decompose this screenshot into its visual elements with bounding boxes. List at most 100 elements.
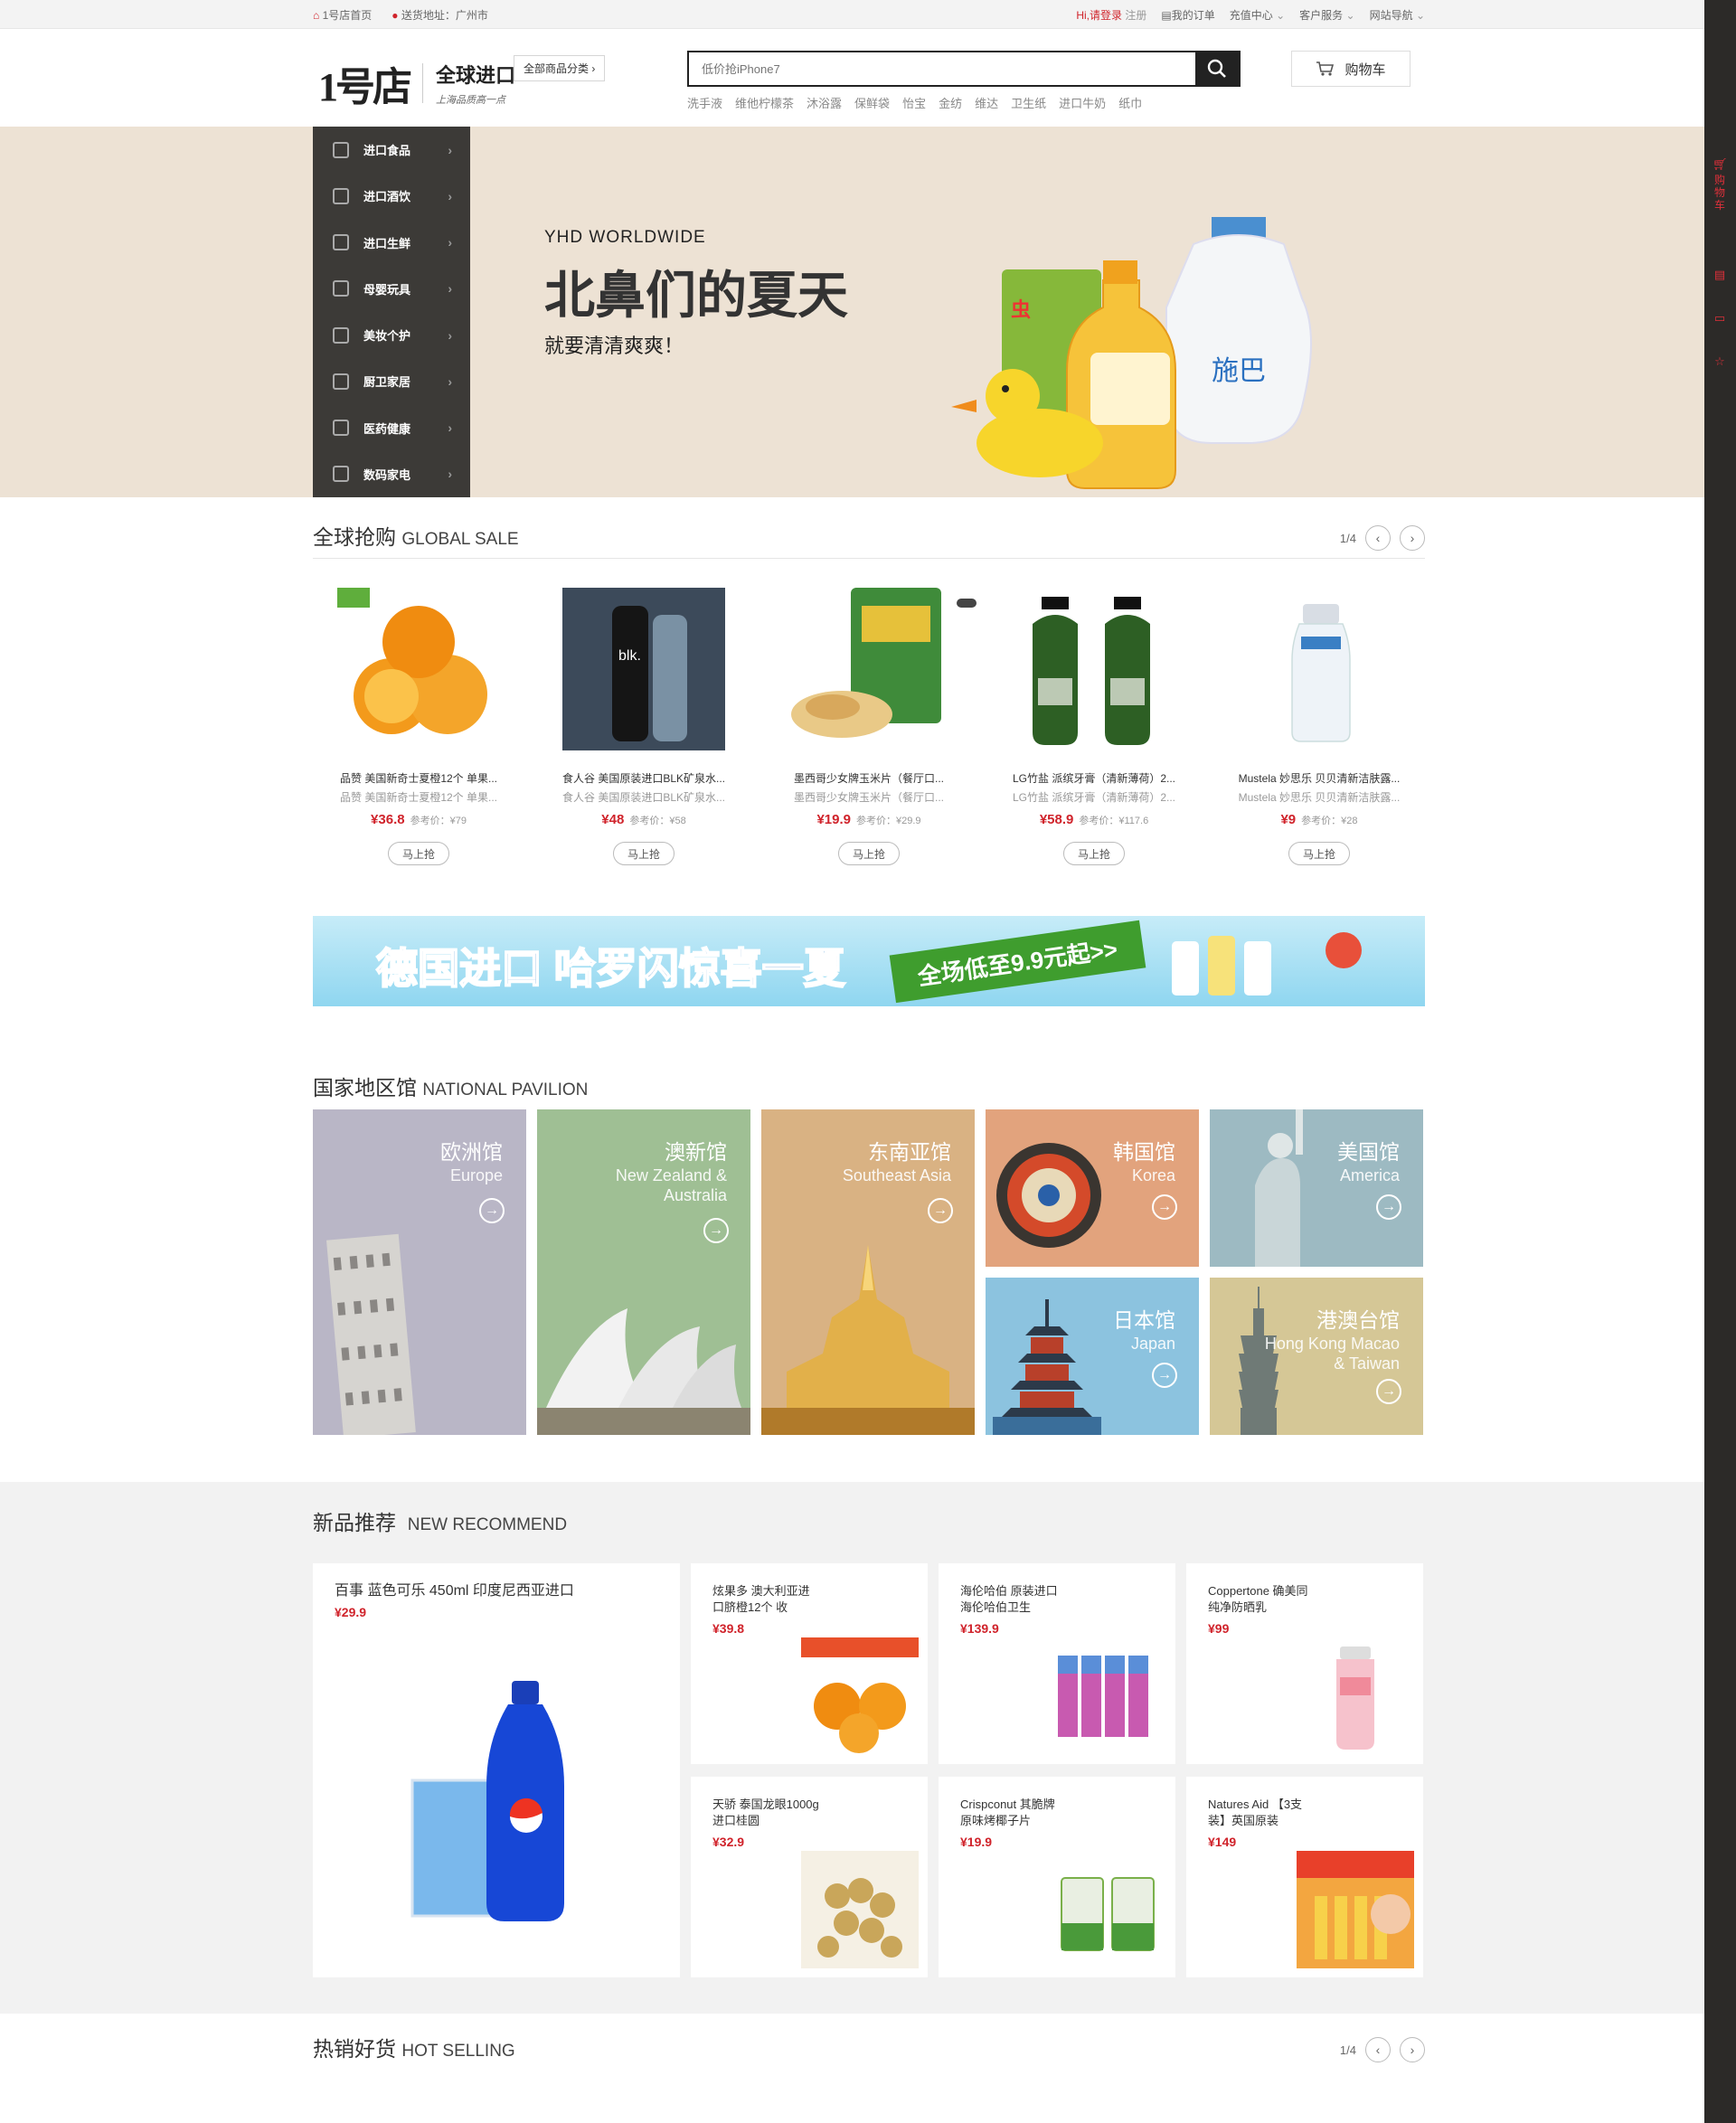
star-icon[interactable]: ☆ (1712, 354, 1727, 369)
pavilion-america[interactable]: 美国馆 America → (1210, 1109, 1423, 1267)
promo-banner[interactable]: 德国进口 哈罗闪惊喜一夏 全场低至9.9元起>> (313, 916, 1425, 1006)
pavilion-title-en: NATIONAL PAVILION (422, 1080, 589, 1099)
cart-button[interactable]: 购物车 (1291, 51, 1410, 87)
arrow-right-icon[interactable]: → (928, 1198, 953, 1223)
product-image[interactable] (788, 588, 950, 750)
hotword[interactable]: 怡宝 (902, 94, 926, 111)
product-card[interactable]: blk. 食人谷 美国原装进口BLK矿泉水... 食人谷 美国原装进口BLK矿泉… (549, 588, 739, 865)
product-card[interactable]: LG竹盐 派缤牙膏（清新薄荷）2... LG竹盐 派缤牙膏（清新薄荷）2... … (999, 588, 1189, 865)
svg-text:虫: 虫 (1011, 298, 1031, 322)
product-image[interactable] (1238, 588, 1401, 750)
recharge-menu[interactable]: 充值中心 ⌄ (1230, 7, 1285, 23)
hotword[interactable]: 纸巾 (1118, 94, 1142, 111)
search-button[interactable] (1195, 52, 1239, 85)
banner-text: YHD WORLDWIDE 北鼻们的夏天 就要清清爽爽！ (544, 228, 848, 359)
pavilion-southeast-asia[interactable]: 东南亚馆 Southeast Asia → (761, 1109, 975, 1435)
my-orders-link[interactable]: ▤我的订单 (1161, 7, 1214, 23)
product-name[interactable]: 天骄 泰国龙眼1000g 进口桂圆 (712, 1797, 821, 1829)
category-item[interactable]: 美妆个护 › (313, 312, 470, 358)
arrow-right-icon[interactable]: → (479, 1198, 505, 1223)
pavilion-greater-china[interactable]: 港澳台馆 Hong Kong Macao & Taiwan → (1210, 1278, 1423, 1435)
recommend-card[interactable]: 炫果多 澳大利亚进口脐橙12个 收 ¥39.8 (691, 1563, 928, 1764)
category-item[interactable]: 厨卫家居 › (313, 358, 470, 404)
category-item[interactable]: 数码家电 › (313, 451, 470, 497)
product-name[interactable]: Mustela 妙思乐 贝贝清新洁肤露... (1224, 770, 1414, 786)
product-image[interactable] (337, 588, 500, 750)
recommend-card[interactable]: Crispconut 其脆牌 原味烤椰子片 ¥19.9 (939, 1777, 1175, 1977)
product-name[interactable]: 百事 蓝色可乐 450ml 印度尼西亚进口 (335, 1583, 658, 1599)
pavilion-europe[interactable]: 欧洲馆 Europe → (313, 1109, 526, 1435)
promo-ribbon: 全场低至9.9元起>> (889, 920, 1146, 1004)
login-link[interactable]: Hi,请登录 (1076, 9, 1122, 22)
hotword[interactable]: 保鲜袋 (854, 94, 890, 111)
buy-now-button[interactable]: 马上抢 (388, 842, 449, 865)
product-name[interactable]: 海伦哈伯 原装进口海伦哈伯卫生 (960, 1583, 1069, 1616)
product-name[interactable]: Natures Aid 【3支装】英国原装 (1208, 1797, 1316, 1829)
product-name[interactable]: LG竹盐 派缤牙膏（清新薄荷）2... (999, 770, 1189, 786)
beauty-icon (333, 326, 349, 344)
category-item[interactable]: 进口生鲜 › (313, 220, 470, 266)
coupon-icon[interactable]: ▭ (1712, 311, 1727, 326)
hotword[interactable]: 维达 (975, 94, 998, 111)
register-link[interactable]: 注册 (1125, 9, 1146, 22)
product-image[interactable]: blk. (562, 588, 725, 750)
arrow-right-icon[interactable]: → (1376, 1194, 1401, 1220)
product-card[interactable]: 品赞 美国新奇士夏橙12个 单果... 品赞 美国新奇士夏橙12个 单果... … (324, 588, 514, 865)
product-card[interactable]: 墨西哥少女牌玉米片（餐厅口... 墨西哥少女牌玉米片（餐厅口... ¥19.9 参… (774, 588, 964, 865)
all-categories-button[interactable]: 全部商品分类 › (514, 55, 606, 81)
prev-page-button[interactable]: ‹ (1365, 2037, 1391, 2062)
category-item[interactable]: 进口酒饮 › (313, 173, 470, 219)
pavilion-korea[interactable]: 韩国馆 Korea → (986, 1109, 1199, 1267)
sitenav-menu[interactable]: 网站导航 ⌄ (1370, 7, 1425, 23)
product-name[interactable]: 墨西哥少女牌玉米片（餐厅口... (774, 770, 964, 786)
pavilion-name-en: New Zealand & Australia (615, 1166, 727, 1204)
pavilion-oceania[interactable]: 澳新馆 New Zealand & Australia → (537, 1109, 750, 1435)
pavilion-japan[interactable]: 日本馆 Japan → (986, 1278, 1199, 1435)
product-name[interactable]: 炫果多 澳大利亚进口脐橙12个 收 (712, 1583, 821, 1616)
sidebar-cart[interactable]: 🛒︎ 购物车 (1712, 157, 1728, 212)
arrow-right-icon[interactable]: → (1152, 1363, 1177, 1388)
address-selector[interactable]: ● 送货地址：广州市 (392, 7, 488, 23)
category-item[interactable]: 医药健康 › (313, 405, 470, 451)
recommend-card[interactable]: Natures Aid 【3支装】英国原装 ¥149 (1186, 1777, 1423, 1977)
chevron-right-icon: › (448, 327, 452, 343)
product-name[interactable]: Crispconut 其脆牌 原味烤椰子片 (960, 1797, 1069, 1829)
service-menu[interactable]: 客户服务 ⌄ (1299, 7, 1354, 23)
hotword[interactable]: 洗手液 (687, 94, 722, 111)
product-image[interactable] (1013, 588, 1175, 750)
arrow-right-icon[interactable]: → (703, 1218, 729, 1243)
product-name[interactable]: Coppertone 确美同 纯净防晒乳 (1208, 1583, 1316, 1616)
prev-page-button[interactable]: ‹ (1365, 525, 1391, 551)
hero-banner[interactable]: 进口食品 › 进口酒饮 › 进口生鲜 › 母婴玩具 › 美妆个护 › 厨卫家居 › 医药健康… (0, 127, 1704, 608)
home-link[interactable]: ⌂ 1号店首页 (313, 7, 372, 23)
hotword[interactable]: 沐浴露 (807, 94, 842, 111)
cart-icon (1316, 61, 1335, 76)
next-page-button[interactable]: › (1400, 2037, 1425, 2062)
arrow-right-icon[interactable]: → (1376, 1379, 1401, 1404)
buy-now-button[interactable]: 马上抢 (1288, 842, 1350, 865)
buy-now-button[interactable]: 马上抢 (838, 842, 900, 865)
pavilion-name-en: Southeast Asia (842, 1166, 951, 1184)
product-name[interactable]: 品赞 美国新奇士夏橙12个 单果... (324, 770, 514, 786)
search-icon (1207, 59, 1226, 78)
product-card[interactable]: Mustela 妙思乐 贝贝清新洁肤露... Mustela 妙思乐 贝贝清新洁… (1224, 588, 1414, 865)
hotword[interactable]: 卫生纸 (1011, 94, 1046, 111)
buy-now-button[interactable]: 马上抢 (613, 842, 675, 865)
category-item[interactable]: 母婴玩具 › (313, 266, 470, 312)
buy-now-button[interactable]: 马上抢 (1063, 842, 1125, 865)
recommend-card[interactable]: Coppertone 确美同 纯净防晒乳 ¥99 (1186, 1563, 1423, 1764)
category-item[interactable]: 进口食品 › (313, 127, 470, 173)
banner-sub: 就要清清爽爽！ (544, 335, 684, 357)
hotword[interactable]: 金纺 (939, 94, 962, 111)
hotword[interactable]: 维他柠檬茶 (735, 94, 794, 111)
arrow-right-icon[interactable]: → (1152, 1194, 1177, 1220)
recommend-card[interactable]: 百事 蓝色可乐 450ml 印度尼西亚进口 ¥29.9 (313, 1563, 680, 1977)
logo[interactable]: 1号店 全球进口 上海品质高一点 (318, 54, 515, 112)
search-input[interactable] (689, 52, 1195, 85)
clipboard-icon[interactable]: ▤ (1712, 268, 1727, 282)
recommend-card[interactable]: 天骄 泰国龙眼1000g 进口桂圆 ¥32.9 (691, 1777, 928, 1977)
next-page-button[interactable]: › (1400, 525, 1425, 551)
product-name[interactable]: 食人谷 美国原装进口BLK矿泉水... (549, 770, 739, 786)
recommend-card[interactable]: 海伦哈伯 原装进口海伦哈伯卫生 ¥139.9 (939, 1563, 1175, 1764)
hotword[interactable]: 进口牛奶 (1059, 94, 1106, 111)
